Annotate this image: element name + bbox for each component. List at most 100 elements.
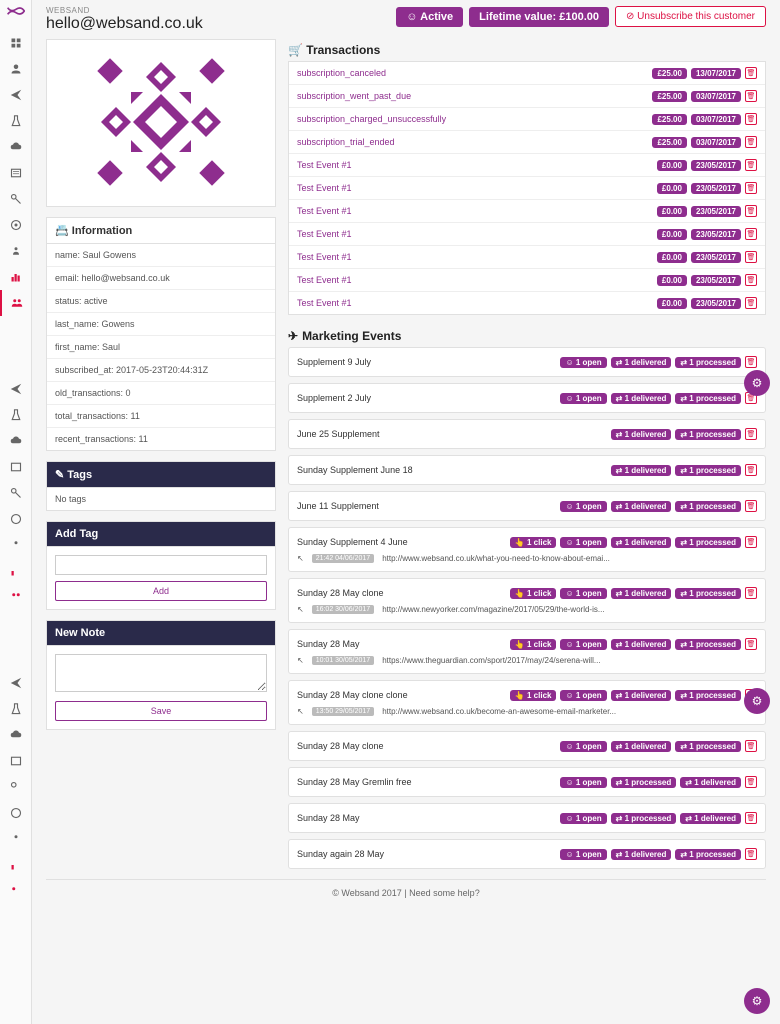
delete-event-button[interactable]: 🗑 bbox=[745, 740, 757, 752]
event-link[interactable]: http://www.newyorker.com/magazine/2017/0… bbox=[382, 605, 604, 614]
delete-tx-button[interactable]: 🗑 bbox=[745, 274, 757, 286]
event-link[interactable]: http://www.websand.co.uk/what-you-need-t… bbox=[382, 554, 610, 563]
event-badge: ⇄ 1 processed bbox=[675, 639, 741, 650]
event-badge: 👆 1 click bbox=[510, 690, 557, 701]
nav-key2-icon[interactable] bbox=[0, 480, 32, 506]
marketing-event: Sunday Supplement 4 June👆 1 click☺ 1 ope… bbox=[288, 527, 766, 572]
delete-event-button[interactable]: 🗑 bbox=[745, 500, 757, 512]
tx-name[interactable]: Test Event #1 bbox=[297, 183, 352, 193]
event-link[interactable]: https://www.theguardian.com/sport/2017/m… bbox=[382, 656, 600, 665]
nav-stats3-icon[interactable] bbox=[0, 852, 32, 878]
tx-name[interactable]: Test Event #1 bbox=[297, 229, 352, 239]
nav-flask3-icon[interactable] bbox=[0, 696, 32, 722]
event-badge: ☺ 1 open bbox=[560, 501, 606, 512]
nav-key3-icon[interactable] bbox=[0, 774, 32, 800]
tx-name[interactable]: Test Event #1 bbox=[297, 160, 352, 170]
nav-dashboard-icon[interactable] bbox=[0, 30, 32, 56]
nav-flask-icon[interactable] bbox=[0, 108, 32, 134]
delete-tx-button[interactable]: 🗑 bbox=[745, 67, 757, 79]
nav-people-icon[interactable] bbox=[0, 56, 32, 82]
delete-event-button[interactable]: 🗑 bbox=[745, 428, 757, 440]
nav-form3-icon[interactable] bbox=[0, 748, 32, 774]
nav-user3-icon[interactable] bbox=[0, 826, 32, 852]
footer[interactable]: © Websand 2017 | Need some help? bbox=[46, 879, 766, 906]
delete-tx-button[interactable]: 🗑 bbox=[745, 228, 757, 240]
nav-send3-icon[interactable] bbox=[0, 670, 32, 696]
delete-tx-button[interactable]: 🗑 bbox=[745, 136, 757, 148]
delete-tx-button[interactable]: 🗑 bbox=[745, 182, 757, 194]
info-row: status: active bbox=[47, 290, 275, 313]
nav-target2-icon[interactable] bbox=[0, 506, 32, 532]
help-fab-1[interactable]: ⚙ bbox=[744, 370, 770, 396]
event-badge: ☺ 1 open bbox=[560, 813, 606, 824]
delete-event-button[interactable]: 🗑 bbox=[745, 464, 757, 476]
info-row: subscribed_at: 2017-05-23T20:44:31Z bbox=[47, 359, 275, 382]
delete-tx-button[interactable]: 🗑 bbox=[745, 90, 757, 102]
event-badge: ⇄ 1 processed bbox=[611, 813, 677, 824]
help-fab-3[interactable]: ⚙ bbox=[744, 988, 770, 1014]
unsubscribe-button[interactable]: ⊘ Unsubscribe this customer bbox=[615, 6, 766, 27]
event-badge: ⇄ 1 delivered bbox=[680, 777, 741, 788]
event-title: Sunday again 28 May bbox=[297, 849, 384, 859]
event-link[interactable]: http://www.websand.co.uk/become-an-aweso… bbox=[382, 707, 616, 716]
nav-users-icon[interactable] bbox=[0, 290, 32, 316]
event-timestamp: 10:01 30/05/2017 bbox=[312, 656, 375, 665]
marketing-event: Sunday again 28 May☺ 1 open⇄ 1 delivered… bbox=[288, 839, 766, 869]
delete-event-button[interactable]: 🗑 bbox=[745, 536, 757, 548]
nav-stats-icon[interactable] bbox=[0, 264, 32, 290]
info-row: old_transactions: 0 bbox=[47, 382, 275, 405]
delete-event-button[interactable]: 🗑 bbox=[745, 356, 757, 368]
event-badge: ⇄ 1 processed bbox=[675, 357, 741, 368]
nav-send-icon[interactable] bbox=[0, 82, 32, 108]
nav-key-icon[interactable] bbox=[0, 186, 32, 212]
event-timestamp: 13:50 29/05/2017 bbox=[312, 707, 375, 716]
tx-name[interactable]: Test Event #1 bbox=[297, 298, 352, 308]
nav-users3-icon[interactable] bbox=[0, 878, 32, 904]
delete-tx-button[interactable]: 🗑 bbox=[745, 205, 757, 217]
tx-amount: £25.00 bbox=[652, 137, 686, 148]
nav-cloud3-icon[interactable] bbox=[0, 722, 32, 748]
add-tag-input[interactable] bbox=[55, 555, 267, 575]
tx-name[interactable]: subscription_charged_unsuccessfully bbox=[297, 114, 446, 124]
help-fab-2[interactable]: ⚙ bbox=[744, 688, 770, 714]
delete-event-button[interactable]: 🗑 bbox=[745, 848, 757, 860]
event-badge: 👆 1 click bbox=[510, 537, 557, 548]
delete-event-button[interactable]: 🗑 bbox=[745, 776, 757, 788]
add-tag-button[interactable]: Add bbox=[55, 581, 267, 601]
info-row: last_name: Gowens bbox=[47, 313, 275, 336]
delete-event-button[interactable]: 🗑 bbox=[745, 638, 757, 650]
tx-name[interactable]: subscription_trial_ended bbox=[297, 137, 395, 147]
event-badge: ⇄ 1 processed bbox=[675, 537, 741, 548]
nav-user2-icon[interactable] bbox=[0, 532, 32, 558]
event-title: Sunday 28 May clone clone bbox=[297, 690, 408, 700]
nav-flask2-icon[interactable] bbox=[0, 402, 32, 428]
delete-tx-button[interactable]: 🗑 bbox=[745, 113, 757, 125]
tx-name[interactable]: Test Event #1 bbox=[297, 206, 352, 216]
nav-cloud-icon[interactable] bbox=[0, 134, 32, 160]
save-note-button[interactable]: Save bbox=[55, 701, 267, 721]
tx-name[interactable]: subscription_went_past_due bbox=[297, 91, 411, 101]
nav-form-icon[interactable] bbox=[0, 160, 32, 186]
nav-stats2-icon[interactable] bbox=[0, 558, 32, 584]
tx-date: 23/05/2017 bbox=[691, 206, 741, 217]
nav-target3-icon[interactable] bbox=[0, 800, 32, 826]
tx-name[interactable]: Test Event #1 bbox=[297, 252, 352, 262]
delete-event-button[interactable]: 🗑 bbox=[745, 812, 757, 824]
event-badge: ⇄ 1 delivered bbox=[611, 639, 672, 650]
tx-name[interactable]: Test Event #1 bbox=[297, 275, 352, 285]
tx-name[interactable]: subscription_canceled bbox=[297, 68, 386, 78]
new-note-textarea[interactable] bbox=[55, 654, 267, 692]
nav-send2-icon[interactable] bbox=[0, 376, 32, 402]
marketing-event: Sunday 28 May Gremlin free☺ 1 open⇄ 1 pr… bbox=[288, 767, 766, 797]
nav-form2-icon[interactable] bbox=[0, 454, 32, 480]
delete-tx-button[interactable]: 🗑 bbox=[745, 251, 757, 263]
nav-target-icon[interactable] bbox=[0, 212, 32, 238]
nav-user-icon[interactable] bbox=[0, 238, 32, 264]
nav-cloud2-icon[interactable] bbox=[0, 428, 32, 454]
delete-event-button[interactable]: 🗑 bbox=[745, 587, 757, 599]
nav-users2-icon[interactable] bbox=[0, 584, 32, 610]
delete-tx-button[interactable]: 🗑 bbox=[745, 297, 757, 309]
delete-tx-button[interactable]: 🗑 bbox=[745, 159, 757, 171]
add-tag-header: Add Tag bbox=[47, 522, 275, 547]
event-badge: ⇄ 1 delivered bbox=[611, 501, 672, 512]
